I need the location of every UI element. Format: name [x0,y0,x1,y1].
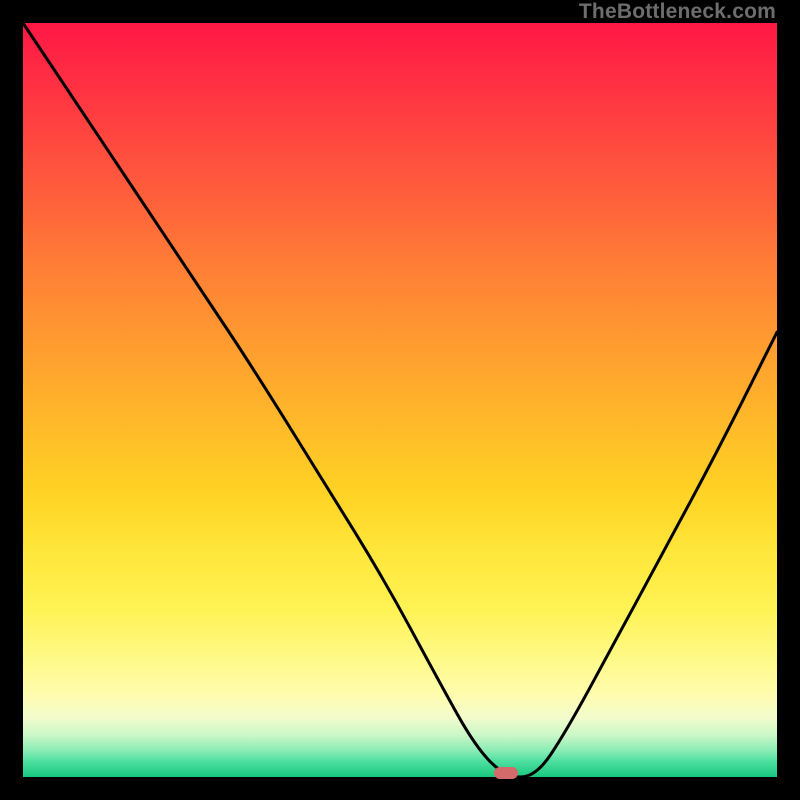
gradient-plot-area [23,23,777,777]
watermark-text: TheBottleneck.com [579,0,776,24]
trough-marker [494,767,518,779]
